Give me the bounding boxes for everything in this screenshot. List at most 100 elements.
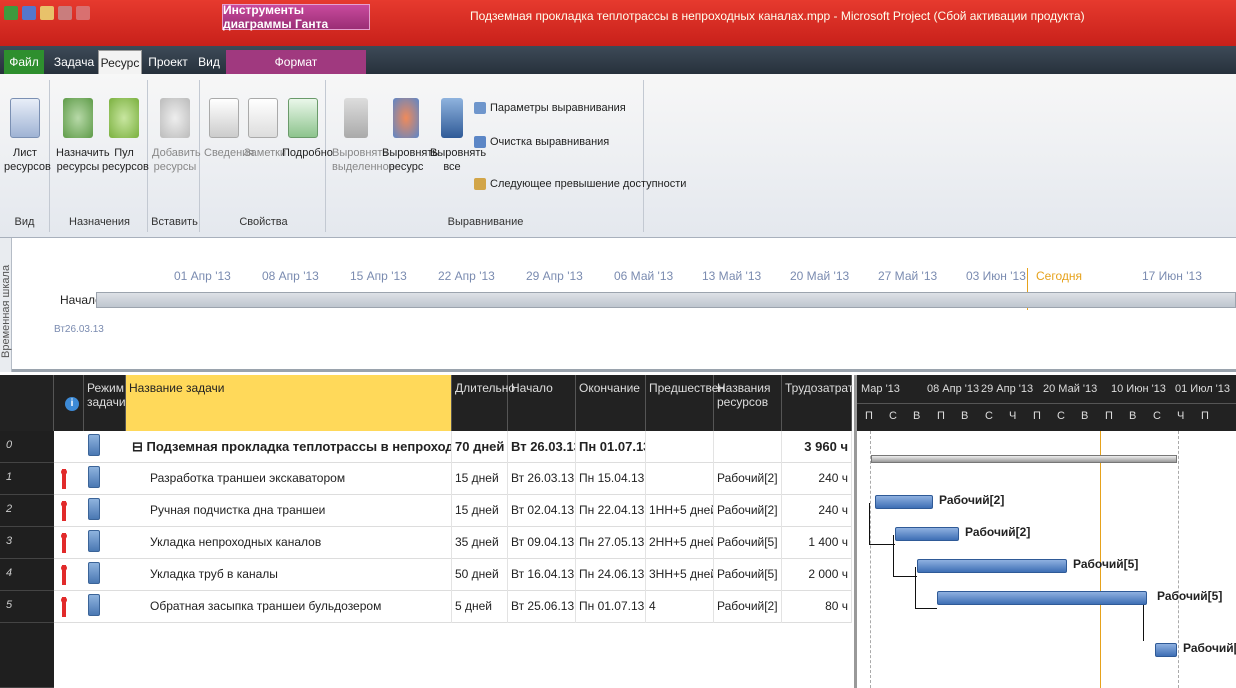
duration-cell[interactable]: 70 дней	[452, 431, 508, 463]
row-number[interactable]: 0	[0, 431, 54, 463]
finish-cell[interactable]: Пн 15.04.13	[576, 463, 646, 495]
predecessors-cell[interactable]	[646, 431, 714, 463]
mode-header[interactable]: Режим задачи	[84, 375, 126, 431]
row-number[interactable]	[0, 623, 54, 688]
undo-icon[interactable]	[40, 6, 54, 20]
duration-cell[interactable]: 50 дней	[452, 559, 508, 591]
row-number[interactable]: 2	[0, 495, 54, 527]
predecessors-cell[interactable]: 4	[646, 591, 714, 623]
task-bar[interactable]	[895, 527, 959, 541]
start-cell[interactable]: Вт 16.04.13	[508, 559, 576, 591]
resource-overallocated-icon[interactable]	[61, 501, 67, 521]
tab-format[interactable]: Формат	[226, 50, 366, 74]
finish-cell[interactable]: Пн 01.07.13	[576, 431, 646, 463]
duration-cell[interactable]: 15 дней	[452, 463, 508, 495]
notes-button[interactable]: Заметки	[244, 98, 286, 160]
task-name-header[interactable]: Название задачи	[126, 375, 452, 431]
task-name-cell[interactable]: ⊟ Подземная прокладка теплотрассы в непр…	[126, 431, 452, 463]
level-all-button[interactable]: Выровнять все	[430, 98, 486, 174]
start-cell[interactable]: Вт 25.06.13	[508, 591, 576, 623]
task-row[interactable]: 1 Разработка траншеи экскаватором 15 дне…	[0, 463, 852, 495]
task-name-cell[interactable]: Ручная подчистка дна траншеи	[126, 495, 452, 527]
start-header[interactable]: Начало	[508, 375, 576, 431]
work-cell[interactable]: 240 ч	[782, 463, 852, 495]
row-number[interactable]: 3	[0, 527, 54, 559]
assign-resources-button[interactable]: Назначить ресурсы	[56, 98, 110, 174]
clear-leveling-button[interactable]: Очистка выравнивания	[474, 136, 609, 148]
duration-cell[interactable]: 15 дней	[452, 495, 508, 527]
task-name-cell[interactable]: Укладка труб в каналы	[126, 559, 452, 591]
empty-row[interactable]	[0, 623, 852, 688]
predecessors-cell[interactable]: 3НН+5 дней	[646, 559, 714, 591]
add-resources-button[interactable]: Добавить ресурсы	[152, 98, 201, 174]
finish-cell[interactable]: Пн 24.06.13	[576, 559, 646, 591]
resources-cell[interactable]: Рабочий[2]	[714, 495, 782, 527]
start-cell[interactable]: Вт 09.04.13	[508, 527, 576, 559]
work-cell[interactable]: 3 960 ч	[782, 431, 852, 463]
resources-cell[interactable]: Рабочий[5]	[714, 559, 782, 591]
resources-cell[interactable]: Рабочий[5]	[714, 527, 782, 559]
predecessors-cell[interactable]: 1НН+5 дней	[646, 495, 714, 527]
task-row[interactable]: 5 Обратная засыпка траншеи бульдозером 5…	[0, 591, 852, 623]
row-number[interactable]: 4	[0, 559, 54, 591]
select-all-corner[interactable]	[0, 375, 54, 431]
row-number[interactable]: 1	[0, 463, 54, 495]
finish-cell[interactable]: Пн 22.04.13	[576, 495, 646, 527]
resources-cell[interactable]	[714, 431, 782, 463]
finish-header[interactable]: Окончание	[576, 375, 646, 431]
leveling-options-button[interactable]: Параметры выравнивания	[474, 102, 626, 114]
resource-pool-button[interactable]: Пул ресурсов	[102, 98, 149, 174]
work-cell[interactable]: 2 000 ч	[782, 559, 852, 591]
collapse-icon[interactable]: ⊟	[132, 439, 143, 454]
start-cell[interactable]: Вт 26.03.13	[508, 431, 576, 463]
resource-overallocated-icon[interactable]	[61, 565, 67, 585]
predecessors-header[interactable]: Предшествен	[646, 375, 725, 431]
indicators-header[interactable]: i	[54, 375, 84, 431]
task-row-summary[interactable]: 0 ⊟ Подземная прокладка теплотрассы в не…	[0, 431, 852, 463]
level-resource-button[interactable]: Выровнять ресурс	[382, 98, 438, 174]
finish-cell[interactable]: Пн 01.07.13	[576, 591, 646, 623]
resources-cell[interactable]: Рабочий[2]	[714, 463, 782, 495]
task-bar[interactable]	[917, 559, 1067, 573]
predecessors-cell[interactable]: 2НН+5 дней	[646, 527, 714, 559]
task-row[interactable]: 2 Ручная подчистка дна траншеи 15 дней В…	[0, 495, 852, 527]
tab-view[interactable]: Вид	[194, 50, 224, 74]
work-cell[interactable]: 240 ч	[782, 495, 852, 527]
start-cell[interactable]: Вт 02.04.13	[508, 495, 576, 527]
start-cell[interactable]: Вт 26.03.13	[508, 463, 576, 495]
work-cell[interactable]: 80 ч	[782, 591, 852, 623]
task-name-cell[interactable]: Разработка траншеи экскаватором	[126, 463, 452, 495]
resource-overallocated-icon[interactable]	[61, 533, 67, 553]
task-bar[interactable]	[875, 495, 933, 509]
resource-overallocated-icon[interactable]	[61, 469, 67, 489]
task-name-cell[interactable]: Укладка непроходных каналов	[126, 527, 452, 559]
tab-resource[interactable]: Ресурс	[98, 50, 142, 74]
finish-cell[interactable]: Пн 27.05.13	[576, 527, 646, 559]
work-header[interactable]: Трудозатрать	[782, 375, 860, 431]
resources-cell[interactable]: Рабочий[2]	[714, 591, 782, 623]
information-button[interactable]: Сведения	[204, 98, 254, 160]
resource-overallocated-icon[interactable]	[61, 597, 67, 617]
tab-file[interactable]: Файл	[4, 50, 44, 74]
tab-task[interactable]: Задача	[52, 50, 96, 74]
resource-names-header[interactable]: Названия ресурсов	[714, 375, 782, 431]
level-selection-button[interactable]: Выровнять выделенное	[332, 98, 395, 174]
customize-qat-icon[interactable]	[76, 6, 90, 20]
details-button[interactable]: Подробно	[282, 98, 333, 160]
duration-cell[interactable]: 5 дней	[452, 591, 508, 623]
task-row[interactable]: 3 Укладка непроходных каналов 35 дней Вт…	[0, 527, 852, 559]
duration-header[interactable]: Длительно	[452, 375, 515, 431]
row-number[interactable]: 5	[0, 591, 54, 623]
gantt-chart[interactable]: Мар '13 08 Апр '13 29 Апр '13 20 Май '13…	[854, 375, 1236, 688]
task-name-cell[interactable]: Обратная засыпка траншеи бульдозером	[126, 591, 452, 623]
timeline-bar[interactable]	[96, 292, 1236, 308]
predecessors-cell[interactable]	[646, 463, 714, 495]
next-overallocation-button[interactable]: Следующее превышение доступности	[474, 178, 686, 190]
resource-sheet-button[interactable]: Лист ресурсов	[4, 98, 51, 174]
duration-cell[interactable]: 35 дней	[452, 527, 508, 559]
summary-task-bar[interactable]	[871, 455, 1177, 463]
task-bar[interactable]	[1155, 643, 1177, 657]
task-bar[interactable]	[937, 591, 1147, 605]
task-row[interactable]: 4 Укладка труб в каналы 50 дней Вт 16.04…	[0, 559, 852, 591]
save-icon[interactable]	[22, 6, 36, 20]
